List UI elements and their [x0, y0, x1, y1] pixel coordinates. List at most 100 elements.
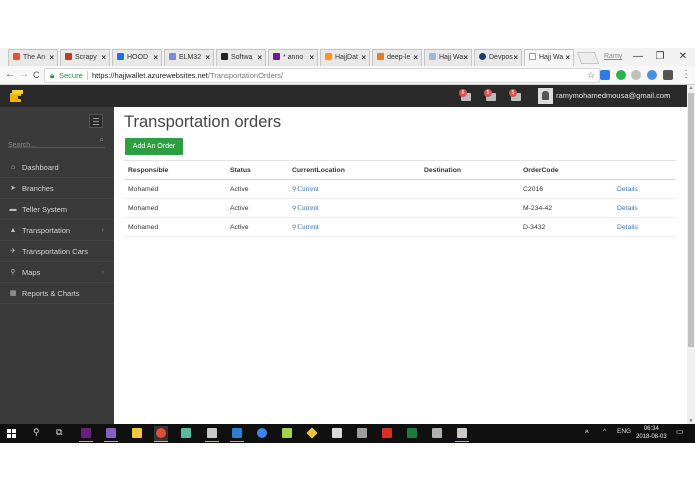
tab-close-icon[interactable]: × — [463, 50, 468, 66]
search-icon[interactable]: ⚲ — [33, 427, 40, 438]
browser-tab[interactable]: HajjDat × — [320, 49, 370, 66]
chrome-icon[interactable] — [154, 426, 168, 442]
window-close-icon[interactable]: ✕ — [677, 51, 689, 62]
tab-close-icon[interactable]: × — [413, 50, 418, 66]
details-link[interactable]: Details — [617, 205, 638, 212]
people-icon[interactable]: ጰ — [585, 428, 589, 436]
pdf-reader-icon[interactable] — [380, 426, 394, 441]
chevron-down-icon[interactable]: ⌄ — [664, 90, 670, 98]
notifications-icon[interactable]: ▭ — [676, 427, 684, 436]
tab-close-icon[interactable]: × — [513, 50, 518, 66]
browser-tab[interactable]: Scrapy × — [60, 49, 110, 66]
tab-close-icon[interactable]: × — [153, 50, 158, 66]
windows-start-icon[interactable] — [7, 429, 16, 438]
window-maximize-icon[interactable]: ❐ — [654, 51, 666, 62]
keyboard-language[interactable]: ENG — [617, 428, 631, 435]
browser-tab[interactable]: deep-le × — [372, 49, 422, 66]
tools-app-icon[interactable] — [205, 426, 219, 442]
tab-favicon-icon — [221, 53, 228, 60]
tab-close-icon[interactable]: × — [565, 50, 570, 66]
tab-close-icon[interactable]: × — [205, 50, 210, 66]
reload-icon[interactable]: C — [33, 70, 40, 80]
tab-close-icon[interactable]: × — [309, 50, 314, 66]
tab-close-icon[interactable]: × — [101, 50, 106, 66]
browser-tab[interactable]: Hajj Wa × — [424, 49, 472, 66]
tab-favicon-icon — [479, 53, 486, 60]
tools-app-icon-2[interactable] — [455, 426, 469, 442]
details-link[interactable]: Details — [617, 186, 638, 193]
document-app-icon[interactable] — [280, 426, 294, 441]
app-logo-icon[interactable] — [9, 89, 25, 103]
diamond-app-icon[interactable] — [305, 426, 319, 441]
details-link[interactable]: Details — [617, 224, 638, 231]
current-location-link[interactable]: ⚲Current — [292, 185, 319, 193]
back-arrow-icon[interactable]: ← — [5, 69, 15, 80]
scroll-up-icon[interactable]: ▲ — [687, 85, 695, 91]
page-title: Transportation orders — [124, 113, 282, 131]
chevron-up-icon[interactable]: ^ — [603, 428, 606, 435]
visual-studio-icon[interactable] — [79, 426, 93, 442]
bookmark-star-icon[interactable]: ☆ — [587, 69, 595, 82]
page-scrollbar[interactable]: ▲ ▼ — [687, 85, 695, 424]
notification-user-icon[interactable]: 6 — [459, 89, 472, 103]
sidebar-toggle-button[interactable] — [89, 114, 103, 128]
scrollbar-thumb[interactable] — [688, 93, 694, 347]
browser-tab[interactable]: ELM32 × — [164, 49, 214, 66]
notification-tasks-icon[interactable]: 5 — [509, 89, 522, 103]
image-app-icon[interactable] — [330, 426, 344, 441]
avatar[interactable] — [538, 88, 553, 104]
browser-profile-name[interactable]: Ramy — [604, 53, 622, 60]
map-marker-icon: ⚲ — [292, 225, 297, 231]
sidebar-item-maps[interactable]: ⚲ Maps ‹ — [0, 263, 114, 283]
extension-dark-icon[interactable] — [663, 70, 673, 80]
tab-close-icon[interactable]: × — [49, 50, 54, 66]
column-header-status: Status — [226, 160, 288, 180]
window-minimize-icon[interactable]: — — [632, 51, 644, 62]
extension-grey-icon[interactable] — [631, 70, 641, 80]
new-tab-button[interactable] — [576, 52, 600, 64]
clock-date: 2018-08-03 — [636, 434, 667, 440]
tab-close-icon[interactable]: × — [257, 50, 262, 66]
tab-favicon-icon — [65, 53, 72, 60]
blue-app-icon[interactable] — [255, 426, 269, 441]
extension-calendar-icon[interactable] — [600, 70, 610, 80]
task-view-icon[interactable]: ⧉ — [56, 427, 62, 438]
app-glyph — [106, 428, 116, 438]
generic-app-icon[interactable] — [355, 426, 369, 441]
clock-time: 06:34 — [643, 426, 659, 432]
sidebar-item-transportation-cars[interactable]: ✈ Transportation Cars — [0, 242, 114, 262]
search-icon[interactable]: ⌕ — [100, 135, 104, 145]
current-location-link[interactable]: ⚲Current — [292, 223, 319, 231]
taskbar-clock[interactable]: 06:34 2018-08-03 — [636, 425, 667, 441]
excel-icon[interactable] — [405, 426, 419, 441]
address-bar[interactable]: 🔒︎ Secure https://hajjwallet.azurewebsit… — [44, 68, 600, 83]
browser-tab[interactable]: Softwa × — [216, 49, 266, 66]
user-email[interactable]: ramymohamedmousa@gmail.com — [556, 91, 670, 100]
browser-menu-icon[interactable]: ⋮ — [681, 69, 691, 80]
sidebar-item-transportation[interactable]: ▲ Transportation ‹ — [0, 221, 114, 241]
sidebar-item-reports-charts[interactable]: ▦ Reports & Charts — [0, 284, 114, 304]
browser-tab[interactable]: * anno × — [268, 49, 318, 66]
visual-studio-alt-icon[interactable] — [104, 426, 118, 442]
file-explorer-icon[interactable] — [130, 426, 144, 441]
sidebar-item-branches[interactable]: ➤ Branches — [0, 179, 114, 199]
sidebar-item-dashboard[interactable]: ⌂ Dashboard — [0, 158, 114, 178]
search-input[interactable] — [8, 142, 88, 149]
notification-mail-icon[interactable]: 5 — [484, 89, 497, 103]
browser-tab-active[interactable]: Hajj Wa × — [524, 49, 574, 66]
current-location-link[interactable]: ⚲Current — [292, 204, 319, 212]
orders-table: Responsible Status CurrentLocation Desti… — [124, 160, 676, 237]
sidebar-item-teller-system[interactable]: ▬ Teller System — [0, 200, 114, 220]
vscode-icon[interactable] — [230, 426, 244, 442]
add-order-button[interactable]: Add An Order — [125, 138, 183, 155]
table-row: Mohamed Active ⚲Current D-3432 Details — [124, 217, 676, 237]
tab-close-icon[interactable]: × — [361, 50, 366, 66]
browser-tab[interactable]: The An × — [8, 49, 58, 66]
notes-app-icon[interactable] — [179, 426, 193, 441]
forward-arrow-icon[interactable]: → — [19, 69, 29, 80]
browser-tab[interactable]: HOOD × — [112, 49, 162, 66]
browser-tab[interactable]: Devpos × — [474, 49, 522, 66]
terminal-icon[interactable] — [430, 426, 444, 441]
extension-green-icon[interactable] — [616, 70, 626, 80]
extension-blue-icon[interactable] — [647, 70, 657, 80]
